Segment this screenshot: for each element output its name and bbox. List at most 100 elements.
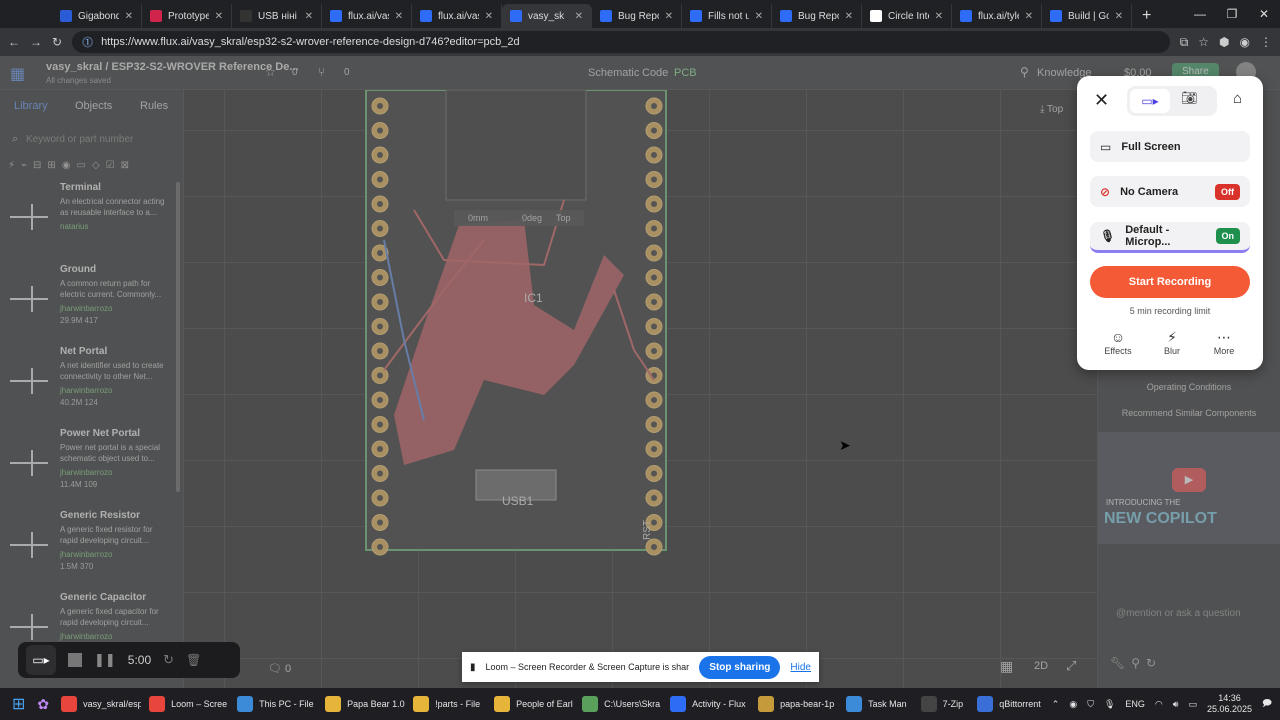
location-pin-icon[interactable]: ⚲	[1020, 65, 1029, 79]
taskbar-app[interactable]: This PC - File	[231, 689, 317, 719]
star-icon[interactable]: ☆	[265, 65, 276, 79]
fork-icon[interactable]: ⑂	[318, 65, 325, 79]
layer-selector[interactable]: ⤓ Top	[1040, 104, 1063, 115]
component-author[interactable]: natarius	[60, 222, 88, 231]
grid-toggle-icon[interactable]: ▦	[1000, 658, 1013, 675]
browser-tab[interactable]: Fills not up ✕	[682, 4, 772, 28]
clock[interactable]: 14:36 25.06.2025	[1207, 693, 1252, 715]
browser-tab[interactable]: vasy_sk ✕	[502, 4, 592, 28]
tab-close-icon[interactable]: ✕	[125, 11, 133, 22]
start-recording-button[interactable]: Start Recording	[1090, 266, 1250, 298]
microphone-state-badge[interactable]: On	[1215, 228, 1240, 244]
operating-conditions-link[interactable]: Operating Conditions	[1098, 382, 1280, 392]
extensions-icon[interactable]: ⬢	[1219, 35, 1229, 49]
library-component[interactable]: Generic Resistor A generic fixed resistor…	[0, 510, 184, 592]
play-icon[interactable]: ▶	[1172, 468, 1206, 492]
camera-option[interactable]: ⊘ No Camera Off	[1090, 176, 1250, 207]
browser-tab[interactable]: flux.ai/vasy ✕	[412, 4, 502, 28]
browser-tab[interactable]: flux.ai/vasy ✕	[322, 4, 412, 28]
project-title[interactable]: vasy_skral / ESP32-S2-WROVER Reference D…	[46, 61, 299, 73]
home-icon[interactable]: ⌂	[1233, 90, 1242, 107]
chat-tools-icons[interactable]: 🔧︎⚲↻	[1110, 656, 1162, 670]
stop-icon[interactable]	[68, 653, 82, 667]
more-button[interactable]: ⋯ More	[1204, 328, 1244, 356]
blur-button[interactable]: ⚡ Blur	[1152, 328, 1192, 356]
start-menu-icon[interactable]: ⊞	[6, 694, 31, 714]
taskbar-app[interactable]: !parts - File	[407, 689, 486, 719]
tab-rules[interactable]: Rules	[140, 100, 168, 112]
component-author[interactable]: jharwinbarrozo	[60, 632, 112, 641]
browser-tab[interactable]: Bug Report ✕	[592, 4, 682, 28]
back-icon[interactable]: ←	[8, 35, 20, 49]
bookmark-star-icon[interactable]: ☆	[1198, 35, 1209, 49]
battery-icon[interactable]: ▭	[1188, 699, 1197, 710]
restart-icon[interactable]: ↻	[163, 652, 174, 668]
tab-close-icon[interactable]: ✕	[755, 11, 763, 22]
tab-close-icon[interactable]: ✕	[1025, 11, 1033, 22]
taskbar-app[interactable]: Activity - Flux	[664, 689, 750, 719]
maximize-icon[interactable]: ❐	[1216, 0, 1248, 28]
browser-tab[interactable]: Bug Report ✕	[772, 4, 862, 28]
taskbar-app[interactable]: vasy_skral/esp	[55, 689, 141, 719]
tray-overflow-icon[interactable]: ⌃	[1052, 699, 1060, 710]
taskbar-app[interactable]: Task Man	[840, 689, 913, 719]
tab-objects[interactable]: Objects	[75, 100, 112, 112]
mic-tray-icon[interactable]: 🎙︎	[1104, 699, 1115, 710]
reload-icon[interactable]: ↻	[52, 35, 62, 49]
tab-schematic[interactable]: Schematic	[588, 67, 639, 79]
screenshot-mode-icon[interactable]: 📷︎	[1181, 90, 1198, 106]
copilot-promo-video[interactable]: ▶ INTRODUCING THE NEW COPILOT	[1098, 432, 1280, 544]
video-mode-icon[interactable]: ▭▸	[1130, 89, 1170, 113]
library-scrollbar[interactable]	[176, 182, 180, 492]
profile-avatar[interactable]: ◉	[1240, 35, 1250, 49]
browser-tab[interactable]: Prototypes ✕	[142, 4, 232, 28]
delete-icon[interactable]: 🗑︎	[186, 653, 201, 667]
component-author[interactable]: jharwinbarrozo	[60, 304, 112, 313]
tab-close-icon[interactable]: ✕	[305, 11, 313, 22]
camera-toggle-icon[interactable]: ▭▸	[26, 645, 56, 675]
language-indicator[interactable]: ENG	[1125, 699, 1145, 709]
component-author[interactable]: jharwinbarrozo	[60, 550, 112, 559]
new-tab-button[interactable]: +	[1132, 4, 1161, 28]
full-screen-option[interactable]: ▭ Full Screen	[1090, 131, 1250, 162]
tab-pcb[interactable]: PCB	[674, 67, 697, 79]
tab-library[interactable]: Library	[14, 100, 48, 112]
browser-tab[interactable]: USB ніні до ✕	[232, 4, 322, 28]
site-info-icon[interactable]: ⓵	[82, 34, 93, 50]
taskbar-app[interactable]: qBittorrent	[971, 689, 1047, 719]
pcb-canvas[interactable]: IC1 USB1 RST 0mm 0deg Top ⤓ Top 🗨︎ 0 ▦ 2…	[184, 90, 1098, 688]
chrome-tray-icon[interactable]: ◉	[1069, 699, 1077, 710]
taskbar-app[interactable]: People of Earl	[488, 689, 574, 719]
taskbar-app[interactable]: Loom – Scree	[143, 689, 229, 719]
recommend-components-link[interactable]: Recommend Similar Components	[1098, 408, 1280, 418]
library-component[interactable]: Power Net Portal Power net portal is a sp…	[0, 428, 184, 510]
minimize-icon[interactable]: —	[1184, 0, 1216, 28]
taskbar-app[interactable]: papa-bear-1p	[752, 689, 838, 719]
browser-tab[interactable]: Gigabond - ✕	[52, 4, 142, 28]
tab-close-icon[interactable]: ✕	[935, 11, 943, 22]
close-window-icon[interactable]: ✕	[1248, 0, 1280, 28]
notifications-icon[interactable]: 🗩︎	[1262, 696, 1272, 712]
wifi-icon[interactable]: ◠	[1155, 699, 1163, 710]
tab-close-icon[interactable]: ✕	[215, 11, 223, 22]
effects-button[interactable]: ☺ Effects	[1098, 328, 1138, 356]
taskbar-app[interactable]: Papa Bear 1.0	[319, 689, 405, 719]
component-author[interactable]: jharwinbarrozo	[60, 468, 112, 477]
library-component[interactable]: Ground A common return path for electric …	[0, 264, 184, 346]
tab-close-icon[interactable]: ✕	[395, 11, 403, 22]
browser-tab[interactable]: Circle Inter ✕	[862, 4, 952, 28]
forward-icon[interactable]: →	[30, 35, 42, 49]
close-icon[interactable]: ✕	[1094, 90, 1109, 111]
browser-tab[interactable]: flux.ai/tyler ✕	[952, 4, 1042, 28]
taskbar-app[interactable]: C:\Users\Skra	[576, 689, 662, 719]
browser-menu-icon[interactable]: ⋮	[1260, 35, 1272, 49]
tab-code[interactable]: Code	[642, 67, 668, 79]
component-author[interactable]: jharwinbarrozo	[60, 386, 112, 395]
shield-icon[interactable]: ⛉	[1087, 699, 1094, 710]
tab-close-icon[interactable]: ✕	[665, 11, 673, 22]
library-component[interactable]: Terminal An electrical connector acting a…	[0, 182, 184, 264]
pause-icon[interactable]: ❚❚	[94, 652, 116, 668]
fullscreen-icon[interactable]: ⤢	[1066, 658, 1076, 674]
tab-close-icon[interactable]: ✕	[485, 11, 493, 22]
stop-sharing-button[interactable]: Stop sharing	[699, 655, 781, 679]
